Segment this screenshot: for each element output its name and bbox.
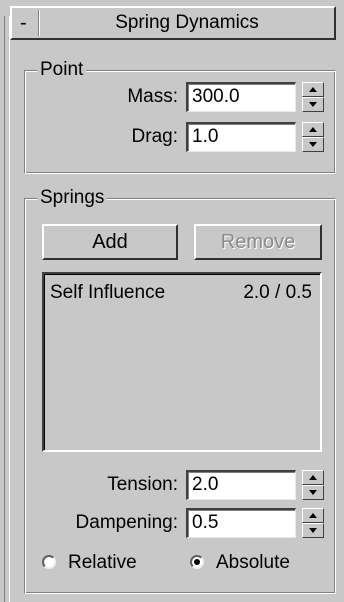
point-group-label: Point xyxy=(37,59,87,81)
dampening-spinner[interactable] xyxy=(302,508,324,538)
drag-field[interactable]: 1.0 xyxy=(186,122,296,152)
dampening-spinner-down[interactable] xyxy=(302,523,324,538)
absolute-radio[interactable]: Absolute xyxy=(190,550,320,576)
collapse-toggle[interactable]: - xyxy=(20,9,27,37)
tension-spinner-down[interactable] xyxy=(302,485,324,500)
remove-spring-button[interactable]: Remove xyxy=(194,224,322,260)
springs-list[interactable]: Self Influence 2.0 / 0.5 xyxy=(42,272,322,452)
tension-spinner-up[interactable] xyxy=(302,470,324,485)
panel-left-edge xyxy=(4,16,10,602)
tension-spinner[interactable] xyxy=(302,470,324,500)
triangle-down-icon xyxy=(309,490,317,495)
drag-spinner-up[interactable] xyxy=(302,122,324,137)
rollout-header[interactable]: - Spring Dynamics xyxy=(10,6,336,40)
triangle-down-icon xyxy=(309,102,317,107)
triangle-up-icon xyxy=(309,127,317,132)
relative-radio[interactable]: Relative xyxy=(42,550,162,576)
mass-spinner-up[interactable] xyxy=(302,82,324,97)
triangle-down-icon xyxy=(309,142,317,147)
relative-radio-label: Relative xyxy=(68,552,137,573)
radio-unselected-icon xyxy=(42,555,56,569)
add-spring-button[interactable]: Add xyxy=(42,224,178,260)
drag-spinner-down[interactable] xyxy=(302,137,324,152)
list-item-name: Self Influence xyxy=(50,282,166,303)
mass-field[interactable]: 300.0 xyxy=(186,82,296,112)
radio-selected-icon xyxy=(190,555,204,569)
tension-field[interactable]: 2.0 xyxy=(186,470,296,500)
drag-label: Drag: xyxy=(131,126,178,147)
triangle-down-icon xyxy=(309,528,317,533)
dampening-label: Dampening: xyxy=(75,512,178,533)
absolute-radio-label: Absolute xyxy=(216,552,290,573)
springs-group-label: Springs xyxy=(37,187,108,209)
list-item-value: 2.0 / 0.5 xyxy=(243,282,312,303)
list-item[interactable]: Self Influence 2.0 / 0.5 xyxy=(50,280,312,306)
mass-spinner-down[interactable] xyxy=(302,97,324,112)
drag-spinner[interactable] xyxy=(302,122,324,152)
dampening-field[interactable]: 0.5 xyxy=(186,508,296,538)
tension-label: Tension: xyxy=(107,474,178,495)
dampening-spinner-up[interactable] xyxy=(302,508,324,523)
triangle-up-icon xyxy=(309,475,317,480)
rollout-title: Spring Dynamics xyxy=(115,12,259,33)
radio-dot-icon xyxy=(194,559,200,565)
triangle-up-icon xyxy=(309,513,317,518)
mass-spinner[interactable] xyxy=(302,82,324,112)
triangle-up-icon xyxy=(309,87,317,92)
mass-label: Mass: xyxy=(127,86,178,107)
